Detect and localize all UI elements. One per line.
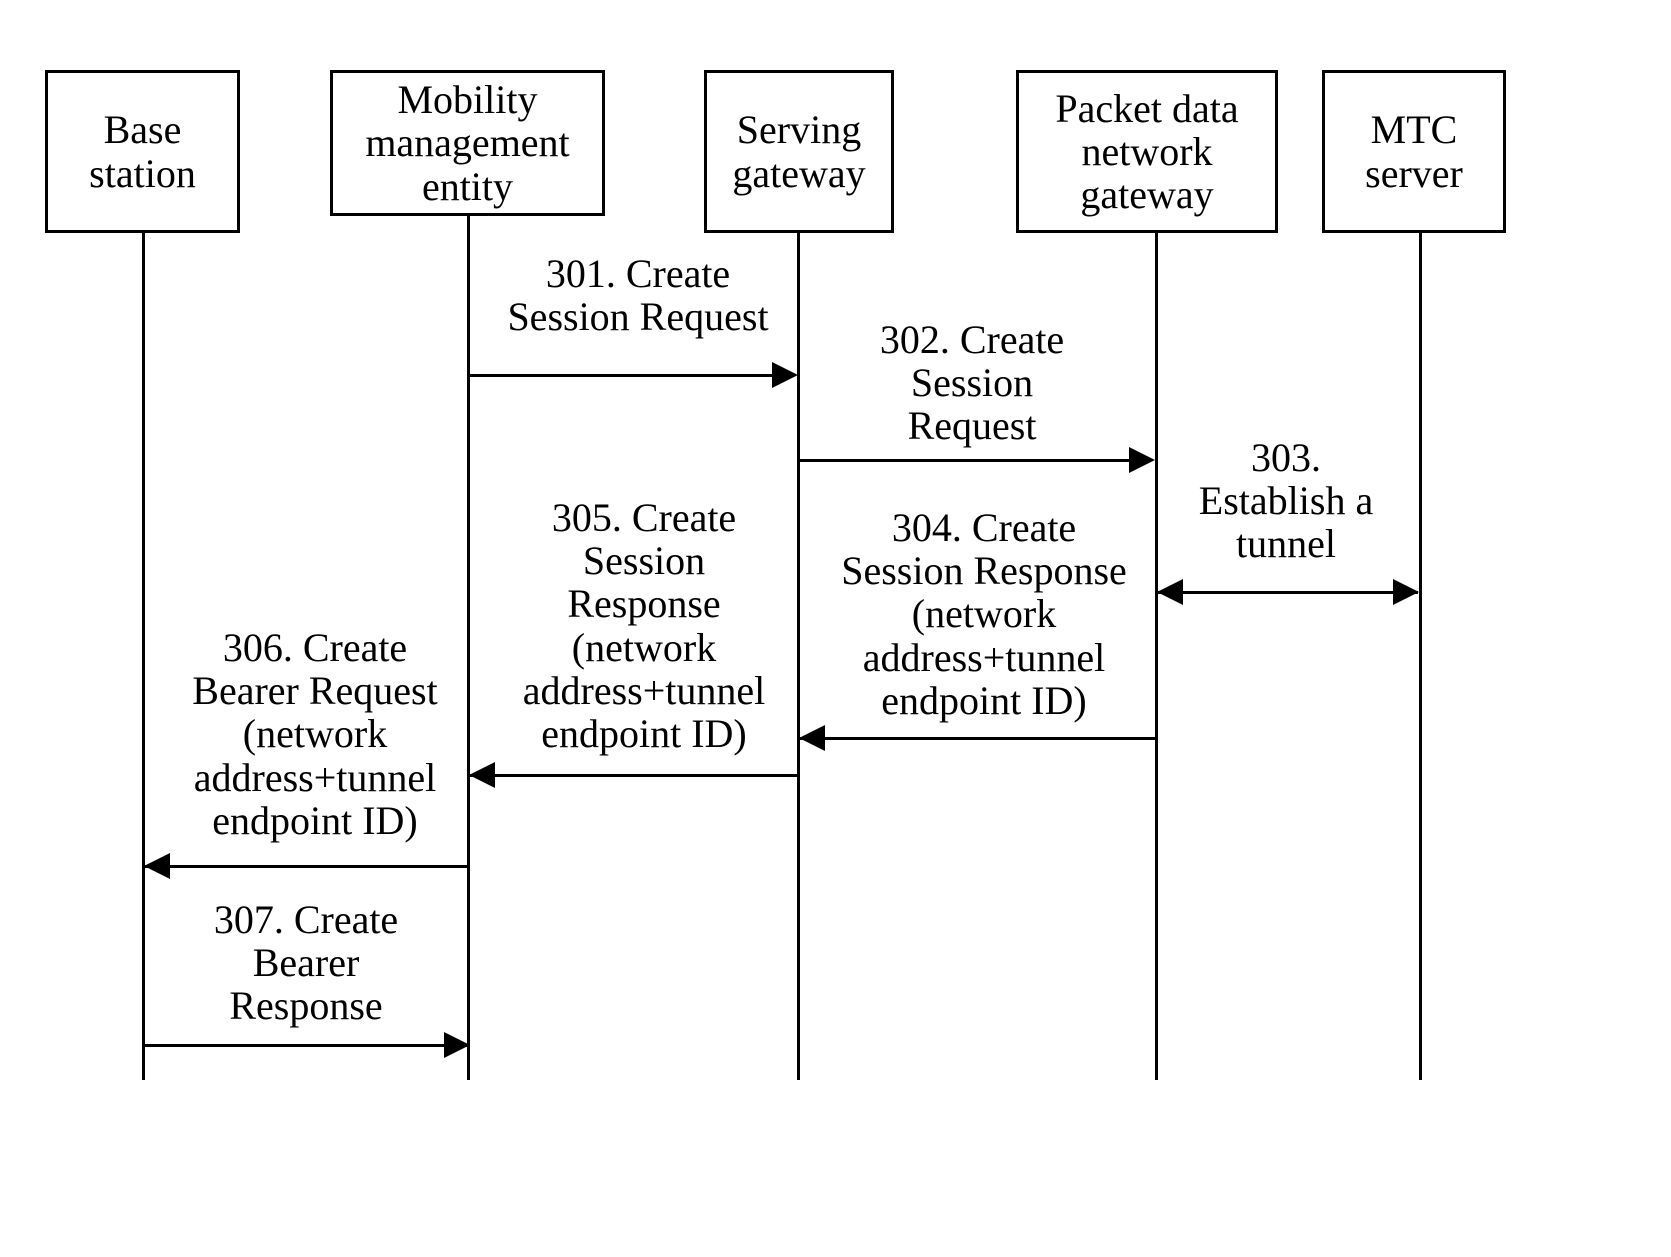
message-label-301: 301. Create Session Request (507, 251, 769, 340)
message-arrow-head-303-right (1393, 579, 1419, 605)
actor-box-mobility-management-entity: Mobility management entity (330, 70, 605, 216)
actor-box-packet-data-network-gateway: Packet data network gateway (1016, 70, 1278, 233)
message-arrow-line-303 (1158, 591, 1418, 594)
message-label-305: 305. Create Session Response (network ad… (522, 495, 766, 756)
message-arrow-line-307 (145, 1044, 470, 1047)
message-arrow-head-307 (444, 1032, 470, 1058)
message-label-304: 304. Create Session Response (network ad… (841, 505, 1127, 723)
sequence-diagram-canvas: Base station Mobility management entity … (0, 0, 1671, 1257)
message-label-307: 307. Create Bearer Response (213, 897, 399, 1029)
message-arrow-head-304 (799, 725, 825, 751)
actor-label-mtc-server: MTC server (1365, 107, 1463, 196)
message-arrow-head-302 (1129, 447, 1155, 473)
message-label-303: 303. Establish a tunnel (1198, 435, 1374, 567)
message-arrow-line-305 (470, 774, 798, 777)
message-label-306: 306. Create Bearer Request (network addr… (192, 625, 438, 843)
actor-box-base-station: Base station (45, 70, 240, 233)
message-arrow-line-306 (145, 865, 470, 868)
actor-label-serving-gateway: Serving gateway (732, 107, 866, 196)
actor-box-mtc-server: MTC server (1322, 70, 1506, 233)
message-arrow-head-303-left (1157, 579, 1183, 605)
message-label-302: 302. Create Session Request (879, 317, 1065, 449)
actor-label-mobility-management-entity: Mobility management entity (365, 77, 570, 209)
message-arrow-head-305 (469, 762, 495, 788)
lifeline-base-station (142, 233, 145, 1080)
lifeline-mtc-server (1419, 233, 1422, 1080)
message-arrow-line-304 (800, 737, 1156, 740)
message-arrow-head-306 (144, 853, 170, 879)
message-arrow-line-302 (800, 459, 1130, 462)
message-arrow-line-301 (470, 374, 780, 377)
actor-label-packet-data-network-gateway: Packet data network gateway (1055, 85, 1239, 218)
message-arrow-head-301 (772, 362, 798, 388)
actor-box-serving-gateway: Serving gateway (704, 70, 894, 233)
lifeline-serving-gateway (797, 233, 800, 1080)
actor-label-base-station: Base station (89, 107, 196, 196)
